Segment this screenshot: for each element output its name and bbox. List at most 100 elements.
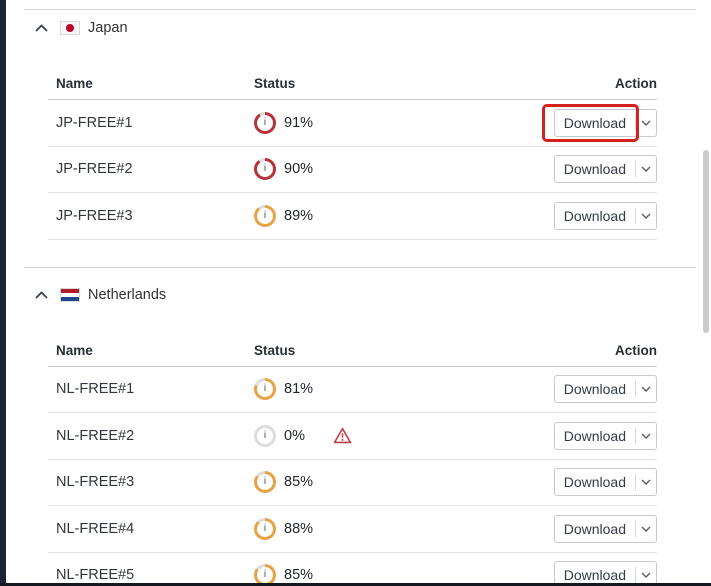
- download-dropdown-button[interactable]: [636, 516, 656, 542]
- country-label: Netherlands: [88, 287, 166, 303]
- download-dropdown-button[interactable]: [636, 203, 656, 229]
- country-header-japan[interactable]: Japan: [35, 19, 711, 37]
- load-ring: i: [254, 378, 276, 400]
- download-button[interactable]: Download: [555, 423, 635, 449]
- netherlands-flag-stripe: [61, 297, 79, 301]
- info-icon: i: [264, 570, 266, 580]
- warning-icon: [333, 427, 352, 444]
- info-icon: i: [264, 211, 266, 221]
- server-action-cell: Download: [554, 515, 657, 543]
- server-row: JP-FREE#1 i 91%: [48, 100, 657, 147]
- load-ring-core: i: [257, 161, 273, 177]
- info-icon: i: [264, 477, 266, 487]
- load-ring: i: [254, 205, 276, 227]
- load-ring: i: [254, 112, 276, 134]
- server-status-cell: i 91%: [254, 112, 554, 134]
- load-ring: i: [254, 425, 276, 447]
- download-button[interactable]: Download: [555, 376, 635, 402]
- info-icon: i: [264, 164, 266, 174]
- column-header-name: Name: [48, 343, 254, 358]
- server-row: NL-FREE#3 i 85%: [48, 460, 657, 507]
- info-icon: i: [264, 431, 266, 441]
- download-dropdown-button[interactable]: [636, 423, 656, 449]
- load-ring-core: i: [257, 521, 273, 537]
- server-row: NL-FREE#5 i 85%: [48, 553, 657, 586]
- download-split-button: Download: [554, 468, 657, 496]
- column-header-action: Action: [615, 343, 657, 358]
- download-dropdown-button[interactable]: [636, 469, 656, 495]
- download-button[interactable]: Download: [555, 203, 635, 229]
- server-row: NL-FREE#4 i 88%: [48, 506, 657, 553]
- chevron-up-icon: [35, 24, 48, 32]
- table-body: NL-FREE#1 i 81%: [48, 367, 657, 586]
- server-name: NL-FREE#5: [48, 567, 254, 583]
- server-row: NL-FREE#2 i 0%: [48, 413, 657, 460]
- load-percentage: 0%: [284, 428, 333, 444]
- chevron-down-icon: [641, 479, 651, 485]
- server-action-cell: Download: [554, 109, 657, 137]
- download-split-button: Download: [554, 515, 657, 543]
- server-list-page: Japan Name Status Action JP-FREE#1: [0, 0, 711, 586]
- load-percentage: 81%: [284, 381, 333, 397]
- column-header-status: Status: [254, 343, 615, 358]
- chevron-up-icon: [35, 291, 48, 299]
- scroll-content: Japan Name Status Action JP-FREE#1: [0, 0, 711, 586]
- download-dropdown-button[interactable]: [636, 110, 656, 136]
- load-percentage: 85%: [284, 474, 333, 490]
- server-status-cell: i 88%: [254, 518, 554, 540]
- download-button[interactable]: Download: [555, 156, 635, 182]
- server-action-cell: Download: [554, 422, 657, 450]
- info-icon: i: [264, 524, 266, 534]
- info-icon: i: [264, 118, 266, 128]
- download-button[interactable]: Download: [555, 469, 635, 495]
- chevron-down-icon: [641, 572, 651, 578]
- load-percentage: 85%: [284, 567, 333, 583]
- server-table-netherlands: Name Status Action NL-FREE#1 i: [48, 334, 657, 586]
- load-percentage: 88%: [284, 521, 333, 537]
- server-name: NL-FREE#2: [48, 428, 254, 444]
- server-status-cell: i 89%: [254, 205, 554, 227]
- server-name: JP-FREE#2: [48, 161, 254, 177]
- server-action-cell: Download: [554, 155, 657, 183]
- table-body: JP-FREE#1 i 91%: [48, 100, 657, 240]
- netherlands-flag-icon: [60, 288, 80, 302]
- column-header-name: Name: [48, 76, 254, 91]
- load-percentage: 90%: [284, 161, 333, 177]
- download-button[interactable]: Download: [555, 516, 635, 542]
- server-status-cell: i 90%: [254, 158, 554, 180]
- chevron-down-icon: [641, 526, 651, 532]
- chevron-down-icon: [641, 120, 651, 126]
- server-action-cell: Download: [554, 375, 657, 403]
- server-row: NL-FREE#1 i 81%: [48, 367, 657, 414]
- download-button[interactable]: Download: [555, 110, 635, 136]
- country-header-netherlands[interactable]: Netherlands: [35, 286, 711, 304]
- download-dropdown-button[interactable]: [636, 156, 656, 182]
- download-split-button: Download: [554, 422, 657, 450]
- server-status-cell: i 85%: [254, 471, 554, 493]
- load-ring-core: i: [257, 208, 273, 224]
- load-ring: i: [254, 471, 276, 493]
- server-action-cell: Download: [554, 202, 657, 230]
- load-ring: i: [254, 158, 276, 180]
- load-ring-core: i: [257, 474, 273, 490]
- japan-flag-icon: [60, 21, 80, 35]
- vertical-scrollbar-thumb[interactable]: [703, 150, 709, 333]
- server-status-cell: i 81%: [254, 378, 554, 400]
- server-name: NL-FREE#1: [48, 381, 254, 397]
- download-split-button: Download: [554, 375, 657, 403]
- download-dropdown-button[interactable]: [636, 376, 656, 402]
- download-split-button: Download: [554, 202, 657, 230]
- table-header: Name Status Action: [48, 334, 657, 367]
- load-ring-core: i: [257, 567, 273, 583]
- download-split-button: Download: [554, 109, 657, 137]
- download-split-button: Download: [554, 155, 657, 183]
- chevron-down-icon: [641, 386, 651, 392]
- server-row: JP-FREE#3 i 89%: [48, 193, 657, 240]
- info-icon: i: [264, 384, 266, 394]
- server-name: NL-FREE#3: [48, 474, 254, 490]
- chevron-down-icon: [641, 166, 651, 172]
- country-section-japan: Japan Name Status Action JP-FREE#1: [0, 19, 711, 240]
- window-left-edge: [0, 0, 6, 586]
- server-name: JP-FREE#3: [48, 208, 254, 224]
- load-percentage: 91%: [284, 115, 333, 131]
